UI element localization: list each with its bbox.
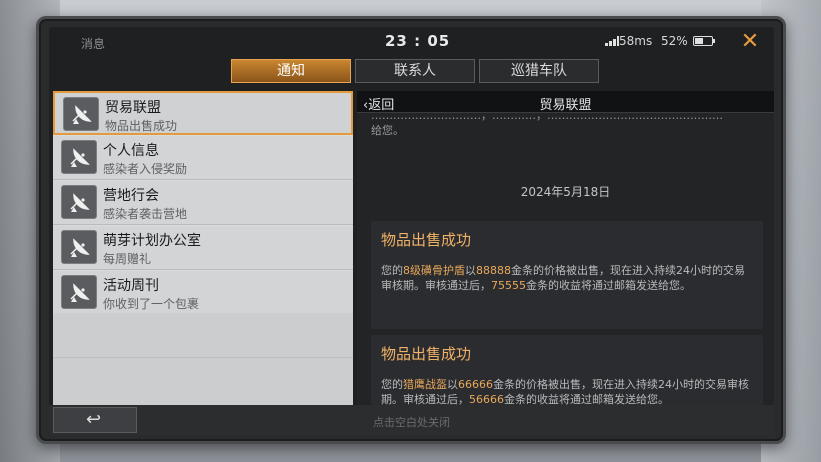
- message-card: 物品出售成功 您的8级磺骨护盾以88888金条的价格被出售，现在进入持续24小时…: [371, 221, 763, 329]
- tab-hunting-convoy[interactable]: 巡猎车队: [479, 59, 599, 83]
- battery-icon: [693, 36, 715, 46]
- sender-name: 营地行会: [103, 188, 159, 204]
- close-icon[interactable]: ✕: [737, 29, 763, 55]
- message-detail: ‹返回 贸易联盟 …………………………，…………，…………………………………………: [357, 91, 774, 407]
- sender-preview: 每周赠礼: [103, 252, 152, 266]
- sender-name: 活动周刊: [103, 278, 159, 294]
- item-name: 8级磺骨护盾: [403, 264, 465, 277]
- income-amount: 75555: [491, 279, 526, 292]
- list-item[interactable]: 贸易联盟 物品出售成功: [53, 91, 353, 135]
- detail-title: 贸易联盟: [539, 98, 592, 113]
- card-text: 您的: [381, 264, 403, 277]
- satellite-dish-icon: [61, 230, 97, 264]
- sender-preview: 感染者袭击营地: [103, 207, 188, 221]
- divider: [53, 357, 353, 358]
- signal-icon: [605, 36, 619, 46]
- list-item[interactable]: 萌芽计划办公室 每周赠礼: [53, 226, 353, 270]
- list-item[interactable]: 活动周刊 你收到了一个包裹: [53, 271, 353, 315]
- detail-header: ‹返回 贸易联盟: [357, 91, 774, 113]
- sender-name: 萌芽计划办公室: [103, 233, 201, 249]
- satellite-dish-icon: [61, 140, 97, 174]
- messages-label: 消息: [81, 37, 106, 51]
- sender-list: 贸易联盟 物品出售成功 个人信息 感染者入侵奖励 营地行会 感染者袭击营地 萌芽…: [53, 91, 353, 405]
- clock: 23 : 05: [385, 32, 451, 50]
- phone-frame: 消息 23 : 05 58ms 52% ✕ 通知 联系人 巡猎车队 贸易联盟 物…: [36, 16, 786, 444]
- previous-message-end: 给您。: [371, 124, 404, 137]
- tab-contacts[interactable]: 联系人: [355, 59, 475, 83]
- message-date: 2024年5月18日: [520, 185, 611, 199]
- ping-value: 58ms: [619, 34, 653, 48]
- mail-screen: 消息 23 : 05 58ms 52% ✕ 通知 联系人 巡猎车队 贸易联盟 物…: [49, 27, 774, 435]
- previous-message-cut: …………………………，…………，…………………………………………: [371, 115, 723, 122]
- sale-price: 66666: [458, 378, 493, 391]
- battery-percent: 52%: [661, 34, 688, 48]
- status-bar: 消息 23 : 05 58ms 52% ✕: [49, 27, 774, 57]
- sender-name: 个人信息: [103, 143, 159, 159]
- message-card: 物品出售成功 您的猎鹰战盔以66666金条的价格被出售，现在进入持续24小时的交…: [371, 335, 763, 407]
- card-body: 您的8级磺骨护盾以88888金条的价格被出售，现在进入持续24小时的交易审核期。…: [381, 263, 755, 293]
- card-text: 金条的收益将通过邮箱发送给您。: [526, 279, 691, 292]
- sender-preview: 你收到了一个包裹: [103, 297, 200, 311]
- satellite-dish-icon: [63, 97, 99, 131]
- sale-price: 88888: [476, 264, 511, 277]
- item-name: 猎鹰战盔: [403, 378, 447, 391]
- sender-preview: 感染者入侵奖励: [103, 162, 188, 176]
- sender-preview: 物品出售成功: [105, 119, 178, 133]
- list-empty-area: [53, 313, 353, 405]
- card-text: 以: [447, 378, 458, 391]
- satellite-dish-icon: [61, 275, 97, 309]
- tab-bar: 通知 联系人 巡猎车队: [231, 59, 599, 83]
- card-title: 物品出售成功: [381, 345, 472, 363]
- card-body: 您的猎鹰战盔以66666金条的价格被出售，现在进入持续24小时的交易审核期。审核…: [381, 377, 755, 407]
- bottom-bar: ↩ 点击空白处关闭: [49, 405, 774, 435]
- sender-name: 贸易联盟: [105, 100, 161, 116]
- card-text: 您的: [381, 378, 403, 391]
- card-text: 以: [465, 264, 476, 277]
- card-title: 物品出售成功: [381, 231, 472, 249]
- tab-notifications[interactable]: 通知: [231, 59, 351, 83]
- list-item[interactable]: 营地行会 感染者袭击营地: [53, 181, 353, 225]
- list-item[interactable]: 个人信息 感染者入侵奖励: [53, 136, 353, 180]
- satellite-dish-icon: [61, 185, 97, 219]
- previous-message-text: …………………………，…………，………………………………………… 给您。: [371, 115, 763, 145]
- close-hint[interactable]: 点击空白处关闭: [49, 414, 774, 430]
